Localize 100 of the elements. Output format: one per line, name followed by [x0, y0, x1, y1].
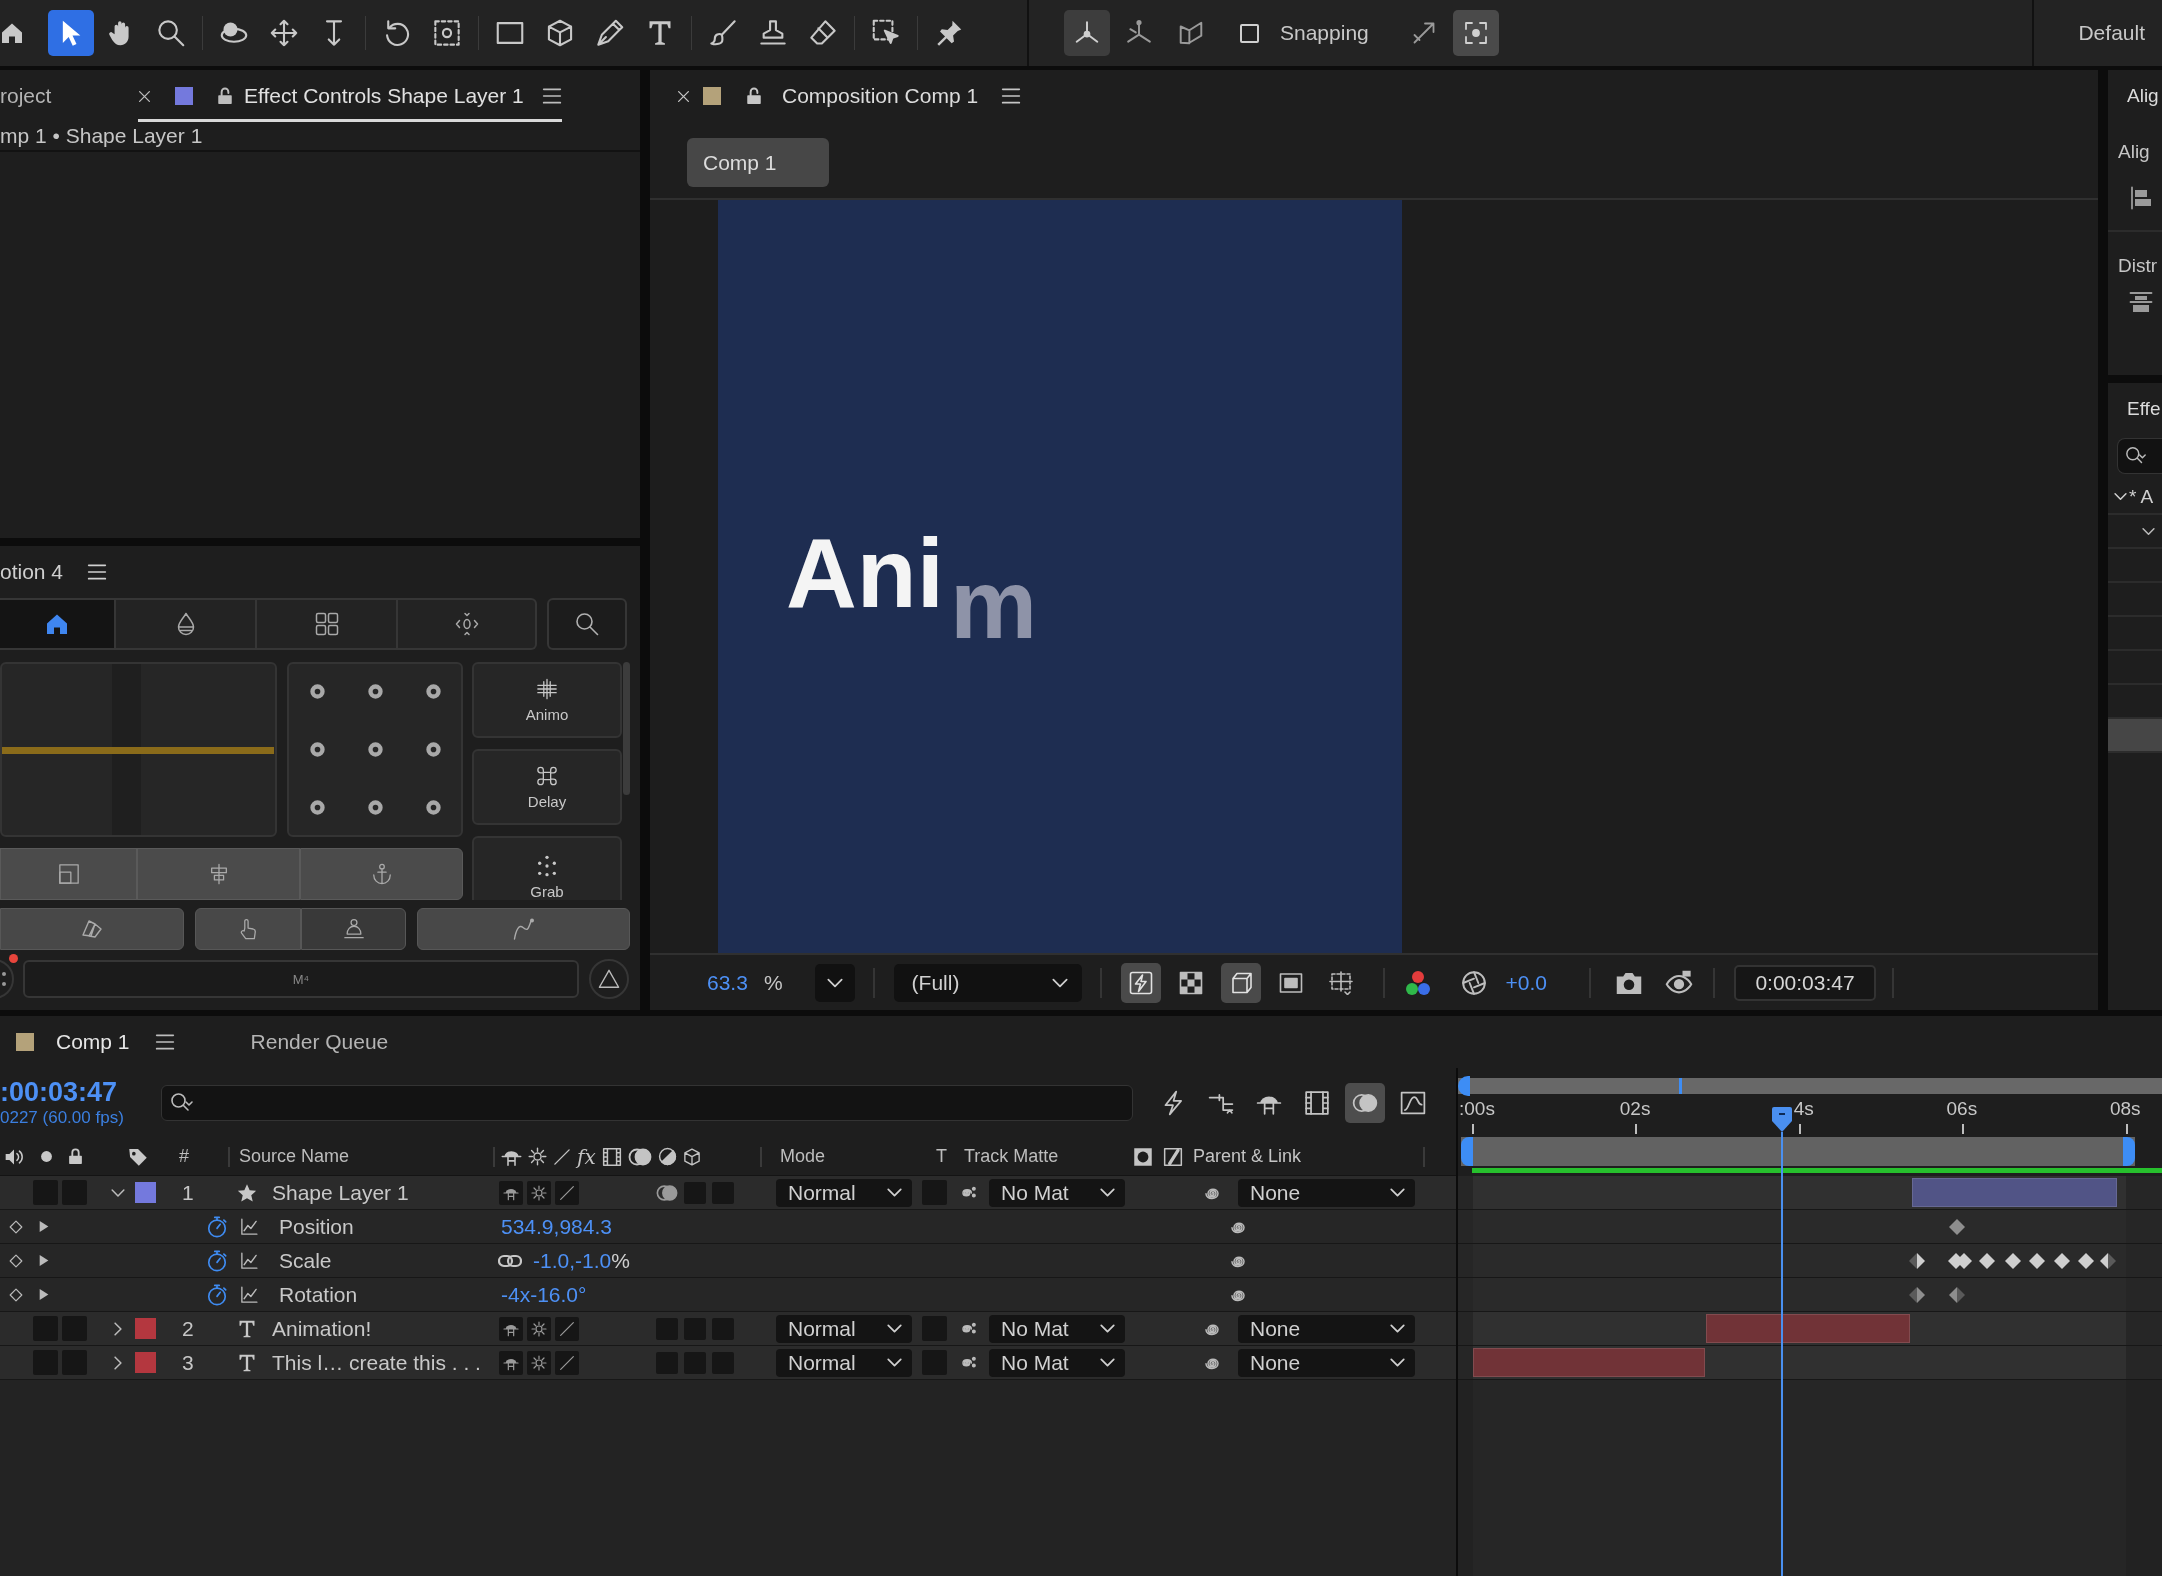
ring-icon[interactable]	[425, 742, 441, 757]
tab[interactable]	[0, 598, 116, 650]
column-header[interactable]: Source Name	[239, 1146, 350, 1167]
axis-mode-button[interactable]	[1064, 10, 1110, 56]
curve-icon[interactable]	[511, 917, 536, 941]
color-swatch-icon[interactable]	[135, 1182, 156, 1203]
figure-on-base-icon[interactable]	[342, 918, 365, 940]
layer-name[interactable]: This l… create this . . .	[272, 1350, 481, 1375]
collapse-button[interactable]	[589, 959, 629, 999]
panel-tab[interactable]: Alig	[2108, 70, 2162, 122]
panel-tab[interactable]: Effe	[2108, 383, 2162, 435]
keyframe-icon[interactable]	[2053, 1252, 2072, 1270]
expand-triangle-icon[interactable]	[37, 1288, 50, 1301]
mode-dropdown[interactable]: Normal	[776, 1314, 912, 1343]
workspace-label[interactable]: Default	[2078, 21, 2145, 45]
home-icon[interactable]	[45, 612, 69, 636]
keyframe-icon[interactable]	[1977, 1252, 1996, 1270]
diamond-icon[interactable]	[9, 1219, 23, 1234]
diamond-icon[interactable]	[9, 1287, 23, 1302]
panel-tab[interactable]: Comp 1	[0, 1016, 175, 1068]
rotate-icon[interactable]	[383, 19, 411, 47]
search-field[interactable]	[2117, 438, 2162, 474]
triangle-icon[interactable]	[598, 968, 620, 990]
axis-icon[interactable]	[1126, 20, 1152, 46]
bars-icon[interactable]	[536, 677, 558, 700]
expand-triangle-icon[interactable]	[37, 1254, 50, 1267]
tab[interactable]	[257, 598, 398, 650]
dots-button-icon[interactable]	[0, 959, 14, 999]
range-handle-icon[interactable]	[2123, 1137, 2135, 1166]
ring-icon[interactable]	[367, 800, 383, 815]
brush-icon[interactable]	[709, 19, 737, 47]
column-header[interactable]: Parent & Link	[1193, 1146, 1302, 1167]
exposure-value[interactable]: +0.0	[1505, 970, 1548, 995]
timecode-field[interactable]: 0:00:03:47	[1734, 964, 1877, 1001]
ring-icon[interactable]	[309, 742, 325, 757]
preset-button[interactable]: Delay	[472, 749, 622, 825]
brackets-icon[interactable]	[454, 612, 479, 636]
menu-icon[interactable]	[541, 86, 562, 106]
panel-tab[interactable]: Effect Controls Shape Layer 1	[138, 70, 562, 122]
stopwatch-icon[interactable]	[206, 1215, 228, 1238]
graph-icon[interactable]	[240, 1285, 258, 1304]
distribute-icon[interactable]	[2129, 290, 2153, 314]
slash-switch-icon[interactable]	[555, 1180, 579, 1205]
range-handle-icon[interactable]	[1458, 1076, 1470, 1096]
lightning-frame-icon[interactable]	[1128, 970, 1153, 995]
keyframe-icon[interactable]	[2098, 1252, 2117, 1270]
dashed-selection-icon[interactable]	[872, 19, 900, 47]
shy-switch-icon[interactable]	[499, 1316, 523, 1341]
dashed-square-icon[interactable]	[433, 19, 461, 47]
keyframe-icon[interactable]	[1947, 1218, 1966, 1236]
diagonal-arrow-icon[interactable]	[1411, 21, 1436, 45]
pin-icon[interactable]	[935, 19, 963, 47]
ring-icon[interactable]	[425, 684, 441, 699]
keyframe-icon[interactable]	[1907, 1252, 1926, 1270]
open-lock-icon[interactable]	[216, 87, 234, 105]
command-key-icon[interactable]	[536, 764, 558, 787]
keyframe-icon[interactable]	[2004, 1252, 2023, 1270]
column-header[interactable]: T	[936, 1146, 947, 1167]
mode-dropdown[interactable]: Normal	[776, 1178, 912, 1207]
search-field[interactable]	[161, 1085, 1133, 1121]
corner-brackets-icon[interactable]	[1463, 21, 1488, 45]
keyframe-icon[interactable]	[1907, 1286, 1926, 1304]
search-button[interactable]	[547, 598, 627, 650]
chevron-down-icon[interactable]	[2114, 490, 2127, 503]
search-icon[interactable]	[575, 612, 599, 636]
eraser-icon[interactable]	[809, 19, 837, 47]
open-lock-icon[interactable]	[745, 87, 763, 105]
color-channels-icon[interactable]	[1404, 969, 1431, 996]
track-matte-dropdown[interactable]: No Mat	[989, 1314, 1125, 1343]
graph-editor-icon[interactable]	[1400, 1090, 1426, 1116]
color-swatch-icon[interactable]	[135, 1318, 156, 1339]
sun-switch-icon[interactable]	[527, 1180, 551, 1205]
timeline-toggle[interactable]	[1345, 1083, 1385, 1123]
cards-fan-icon[interactable]	[80, 917, 104, 941]
pen-icon[interactable]	[596, 19, 624, 47]
slash-switch-icon[interactable]	[555, 1350, 579, 1375]
axis-icon[interactable]	[1074, 20, 1100, 46]
sun-switch-icon[interactable]	[527, 1350, 551, 1375]
view-toggle[interactable]	[1120, 962, 1161, 1003]
command-field[interactable]: M⁴	[23, 960, 579, 998]
playhead-handle[interactable]	[1770, 1106, 1793, 1133]
graph-icon[interactable]	[240, 1251, 258, 1270]
panel-tab[interactable]: Render Queue	[250, 1016, 389, 1068]
selection-tool[interactable]	[48, 10, 94, 56]
preset-button[interactable]: Animo	[472, 662, 622, 738]
ring-icon[interactable]	[367, 684, 383, 699]
tree-item[interactable]: * A	[2129, 485, 2154, 508]
current-timecode[interactable]: :00:03:47	[0, 1077, 161, 1107]
column-header[interactable]: Mode	[780, 1146, 826, 1167]
keyframe-icon[interactable]	[1946, 1252, 1973, 1270]
shy-switch-icon[interactable]	[499, 1180, 523, 1205]
mode-dropdown[interactable]: Normal	[776, 1348, 912, 1377]
track-matte-dropdown[interactable]: No Mat	[989, 1348, 1125, 1377]
move-arrows-icon[interactable]	[270, 19, 298, 47]
menu-icon[interactable]	[87, 562, 108, 582]
menu-icon[interactable]	[154, 1032, 175, 1052]
expand-triangle-icon[interactable]	[37, 1220, 50, 1233]
rectangle-icon[interactable]	[496, 19, 524, 47]
cube-icon[interactable]	[546, 19, 574, 47]
property-value[interactable]: 534.9,984.3	[501, 1214, 612, 1239]
